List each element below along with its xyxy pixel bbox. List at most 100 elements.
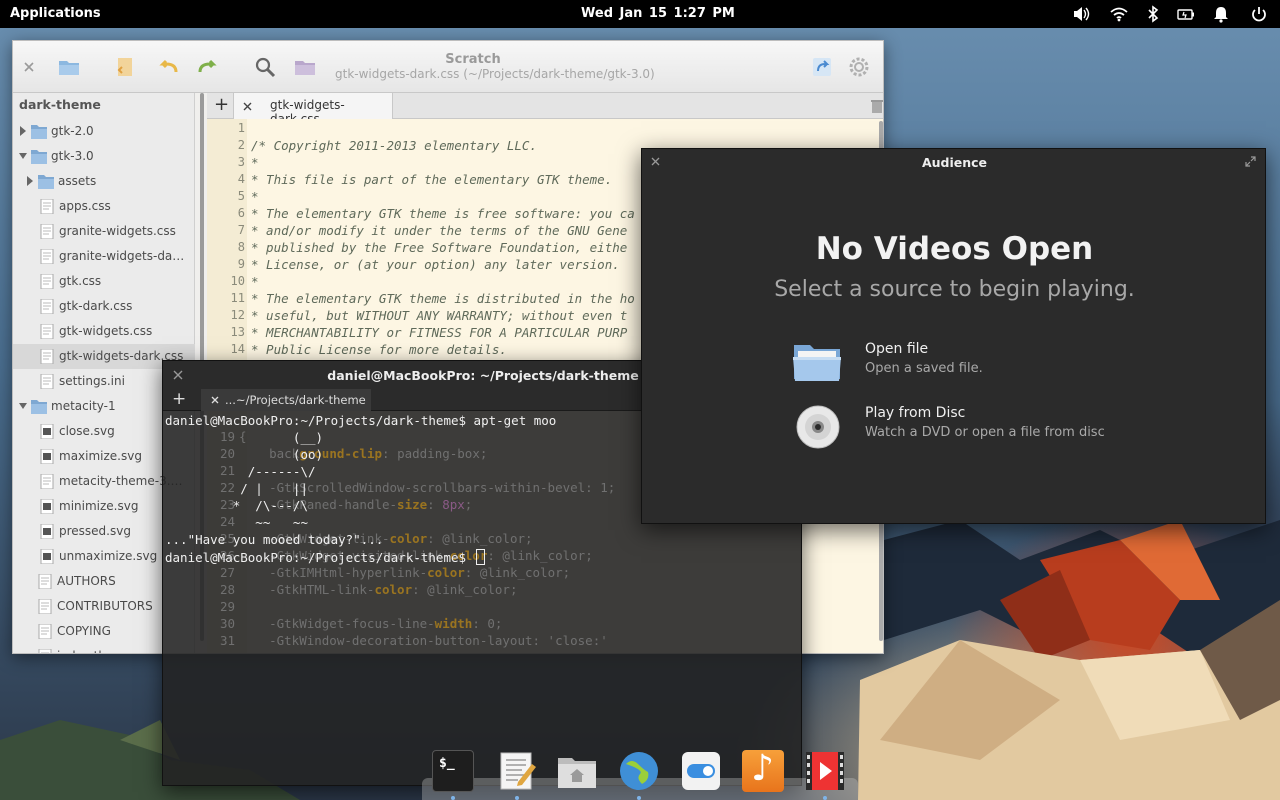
dock-music-icon[interactable]: ♪ [742,748,784,792]
terminal-text: ..."Have you mooed today?"... [165,532,384,547]
dock-text-editor-icon[interactable] [496,750,538,792]
running-indicator [451,796,455,800]
terminal-text: daniel@MacBookPro:~/Projects/dark-theme$ [165,550,474,565]
volume-icon[interactable] [1071,4,1091,24]
output-line: ~~ ~~ [165,515,308,530]
code-line: * The elementary GTK theme is free softw… [251,206,635,221]
dock-web-browser-icon[interactable] [618,750,660,792]
tab-bar: + gtk-widgets-dark.css [207,93,883,126]
terminal-text: / | || [165,481,308,496]
tree-file[interactable]: gtk.css [13,269,195,294]
code-line: * and/or modify it under the terms of th… [251,223,628,238]
running-indicator [515,796,519,800]
collapsed-arrow-icon[interactable] [26,176,34,186]
power-icon[interactable] [1249,4,1269,24]
tree-item-label: gtk-dark.css [59,299,133,313]
tab-gtk-widgets-dark[interactable]: gtk-widgets-dark.css [233,93,393,126]
text-file-icon [40,299,54,314]
folder-icon [793,345,841,381]
tree-file[interactable]: gtk-widgets.css [13,319,195,344]
dock-files-icon[interactable] [556,750,598,792]
tree-item-label: assets [58,174,97,188]
close-tab-icon[interactable] [243,102,252,111]
code-text: : 0; [472,616,503,631]
image-file-icon [40,424,54,439]
collapsed-arrow-icon[interactable] [19,126,27,136]
applications-menu[interactable]: Applications [10,6,101,21]
code-text: : @link_color; [412,582,518,597]
code-text: ; [464,497,473,512]
tree-item-label: gtk.css [59,274,102,288]
terminal-text: ~~ ~~ [165,515,308,530]
code-text: : padding-box; [382,446,488,461]
prompt-line: daniel@MacBookPro:~/Projects/dark-theme$ [165,549,485,565]
image-file-icon [40,524,54,539]
tree-item-label: apps.css [59,199,111,213]
dock-system-settings-icon[interactable] [680,750,722,792]
image-file-icon [40,499,54,514]
expanded-arrow-icon[interactable] [19,151,27,161]
open-file-button[interactable]: Open file Open a saved file. [792,341,1152,393]
code-text: -GtkWidget-focus-line- [239,616,435,631]
tree-file[interactable]: gtk-dark.css [13,294,195,319]
action-subtitle: Watch a DVD or open a file from disc [865,425,1105,440]
tree-item-label: granite-widgets-dark.... [59,249,185,263]
new-tab-button[interactable]: + [172,389,186,409]
text-file-icon [40,374,54,389]
code-line: * Public License for more details. [251,342,507,357]
terminal-text: (oo) [165,447,324,462]
code-line: * License, or (at your option) any later… [251,257,620,272]
clock[interactable]: Wed Jan 15 1:27 PM [581,6,735,21]
maximize-icon[interactable] [1245,156,1256,167]
code-text: -GtkWindow-decoration-button-layout: 'cl… [239,633,608,648]
tree-file[interactable]: granite-widgets.css [13,219,195,244]
close-tab-icon[interactable] [211,396,219,404]
tree-folder[interactable]: gtk-2.0 [13,119,195,144]
wifi-icon[interactable] [1109,4,1129,24]
code-line: -GtkIMHtml-hyperlink-color: @link_color; [239,565,570,580]
tree-file[interactable]: granite-widgets-dark.... [13,244,195,269]
tree-folder[interactable]: gtk-3.0 [13,144,195,169]
code-text: : @link_color; [427,531,533,546]
trash-icon[interactable] [871,99,883,113]
running-indicator [823,796,827,800]
code-line: * MERCHANTABILITY or FITNESS FOR A PARTI… [251,325,628,340]
code-kw: width [434,616,473,631]
play-from-disc-button[interactable]: Play from Disc Watch a DVD or open a fil… [792,405,1152,457]
bluetooth-icon[interactable] [1143,4,1163,24]
terminal-tab[interactable]: ...~/Projects/dark-theme [201,389,371,411]
dock-terminal-icon[interactable]: $_ [432,750,474,792]
gear-icon[interactable] [847,55,871,79]
tree-item-label: gtk-2.0 [51,124,94,138]
text-file-icon [40,349,54,364]
notifications-icon[interactable] [1211,4,1231,24]
line-number: 27 [219,565,235,580]
line-number: 7 [237,223,245,237]
expanded-arrow-icon[interactable] [19,401,27,411]
output-line: * /\---/\ [165,498,308,513]
terminal-text: /------\/ [165,464,316,479]
output-line: ..."Have you mooed today?"... [165,532,383,547]
output-line: / | || [165,481,308,496]
new-tab-button[interactable]: + [214,94,229,115]
line-number: 1 [237,121,245,135]
top-panel: Applications Wed Jan 15 1:27 PM [0,0,1280,28]
text-file-icon [40,474,54,489]
line-number: 12 [230,308,245,322]
dock-videos-icon[interactable] [804,750,846,792]
text-file-icon [40,224,54,239]
window-subtitle: gtk-widgets-dark.css (~/Projects/dark-th… [335,67,655,81]
code-text: : @link_color; [487,548,593,563]
output-line: /------\/ [165,464,316,479]
tree-file[interactable]: apps.css [13,194,195,219]
folder-icon [31,125,47,139]
line-number: 10 [230,274,245,288]
battery-icon[interactable] [1176,4,1196,24]
line-number: 30 [219,616,235,631]
share-icon[interactable] [810,55,834,79]
code-text: : @link_color; [464,565,571,580]
line-number: 14 [230,342,245,356]
tree-folder[interactable]: assets [13,169,195,194]
code-text: -GtkHTML-link- [239,582,375,597]
code-line: * The elementary GTK theme is distribute… [251,291,635,306]
